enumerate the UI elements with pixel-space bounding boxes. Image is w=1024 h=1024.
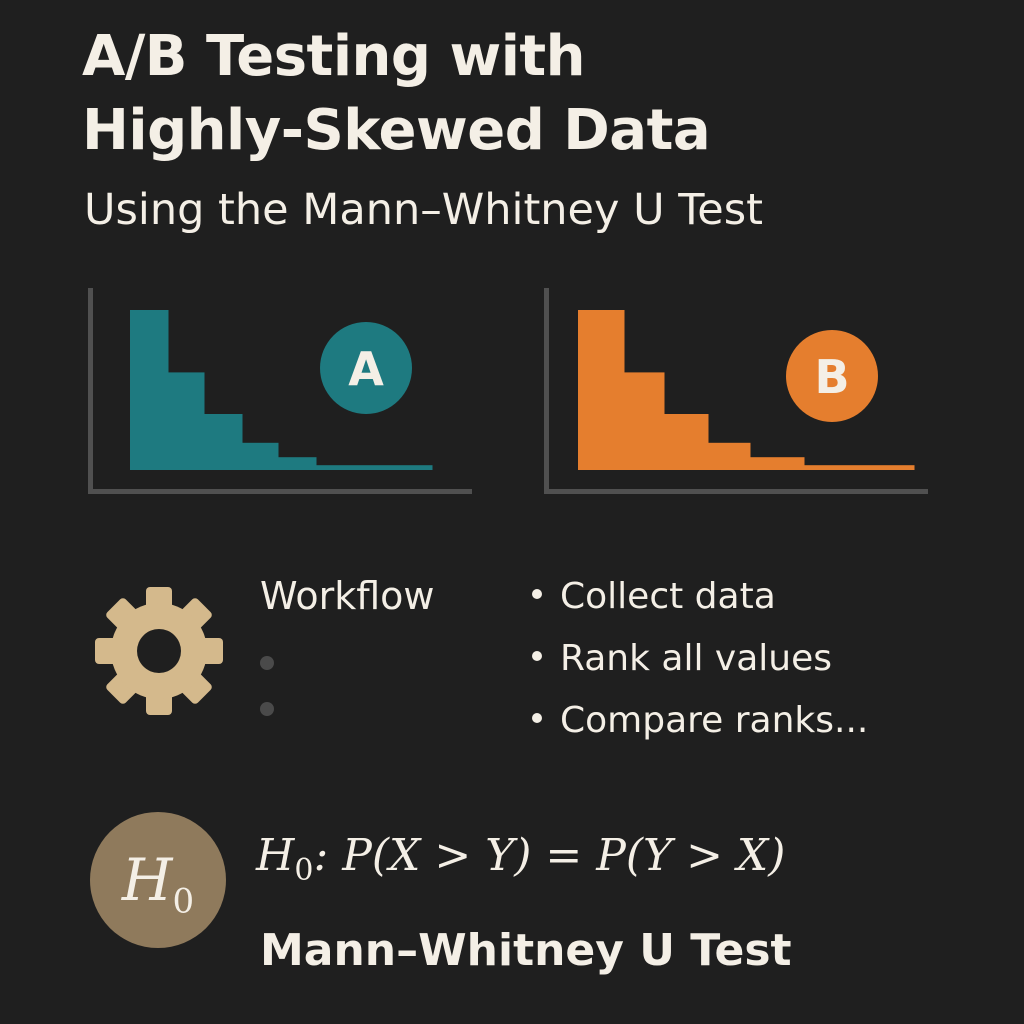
workflow-title: Workflow [260, 574, 435, 618]
workflow-step-collect: Collect data [532, 566, 868, 628]
skewed-histogram-a: A [88, 288, 472, 494]
histogram-b-x-axis [544, 489, 928, 494]
workflow-steps: Collect data Rank all values Compare ran… [532, 566, 868, 752]
null-hypothesis-formula: H0: P(X > Y) = P(Y > X) [256, 830, 786, 888]
placeholder-dot [260, 702, 274, 716]
histogram-b-bar [664, 414, 709, 470]
histogram-a-y-axis [88, 288, 93, 494]
histogram-a-bar [204, 414, 243, 470]
histogram-b-bar [804, 465, 915, 470]
title-line-1: A/B Testing with [82, 24, 586, 89]
histogram-b-y-axis [544, 288, 549, 494]
histogram-a-x-axis [88, 489, 472, 494]
test-name: Mann–Whitney U Test [260, 925, 792, 976]
bullet-icon [532, 713, 542, 723]
histogram-a-bar [130, 310, 169, 470]
workflow-step-rank: Rank all values [532, 628, 868, 690]
histogram-b-bar [624, 372, 665, 470]
histogram-b-bar [708, 442, 751, 470]
bullet-icon [532, 651, 542, 661]
title-line-2: Highly-Skewed Data [82, 98, 711, 163]
histogram-a-bar [242, 442, 279, 470]
page-title: A/B Testing with Highly-Skewed Data [82, 20, 711, 168]
bullet-icon [532, 589, 542, 599]
group-a-label: A [348, 342, 384, 396]
histogram-a-bar [168, 372, 205, 470]
h0-badge: H0 [90, 812, 226, 948]
skewed-histogram-b: B [544, 288, 928, 494]
histogram-b-bar [750, 457, 805, 470]
histogram-a-bar [316, 465, 433, 470]
infographic: A/B Testing with Highly-Skewed Data Usin… [0, 0, 1024, 1024]
placeholder-dot [260, 656, 274, 670]
subtitle: Using the Mann–Whitney U Test [84, 185, 763, 235]
histogram-b-bar [578, 310, 625, 470]
group-b-label: B [814, 350, 849, 404]
workflow-step-compare: Compare ranks... [532, 690, 868, 752]
histogram-a-bar [278, 457, 317, 470]
gear-icon [95, 587, 223, 715]
h0-badge-label: H0 [121, 846, 195, 922]
